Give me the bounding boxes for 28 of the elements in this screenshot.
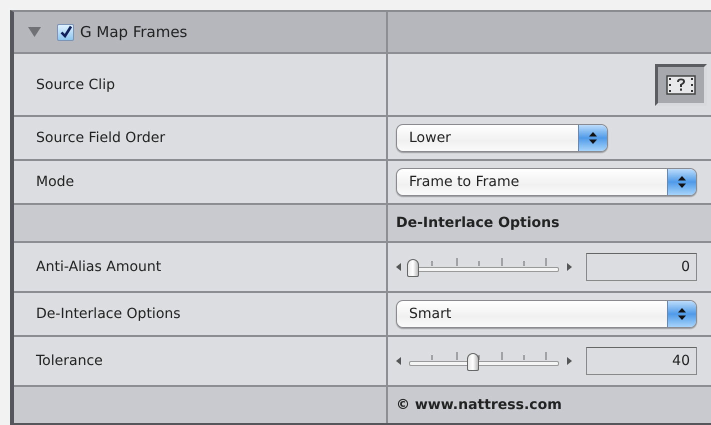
effect-title: G Map Frames [80,23,188,41]
popup-menu[interactable]: Frame to Frame [396,168,697,196]
film-question-icon [666,74,696,94]
clip-well[interactable] [655,64,707,106]
parameter-label: Anti-Alias Amount [36,259,162,275]
up-down-arrows-icon [678,176,686,188]
parameter-label: Mode [36,174,74,190]
popup-menu[interactable]: Smart [396,300,697,328]
section-label: De-Interlace Options [396,215,560,231]
value-field[interactable]: 0 [586,253,697,281]
parameter-label: Tolerance [36,353,103,369]
parameter-label: Source Clip [36,76,115,92]
left-arrow-icon[interactable] [396,357,401,365]
enable-checkbox[interactable] [57,24,74,40]
popup-menu[interactable]: Lower [396,124,608,152]
up-down-arrows-icon [589,132,597,144]
right-arrow-icon[interactable] [567,263,572,271]
slider-thumb[interactable] [467,353,479,371]
slider-track[interactable] [409,351,559,371]
parameter-label: De-Interlace Options [36,306,181,322]
right-arrow-icon[interactable] [567,357,572,365]
value-field[interactable]: 40 [586,347,697,375]
slider-thumb[interactable] [407,259,419,277]
section-label: © www.nattress.com [396,397,562,413]
slider-track[interactable] [409,257,559,277]
up-down-arrows-icon [678,308,686,320]
left-arrow-icon[interactable] [396,263,401,271]
parameter-label: Source Field Order [36,130,166,146]
